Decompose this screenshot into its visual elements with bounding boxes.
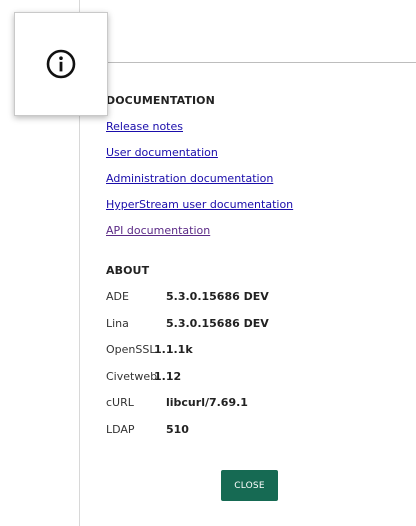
about-value: 5.3.0.15686 DEV	[166, 316, 269, 330]
about-key: cURL	[106, 396, 134, 409]
about-row-ldap: LDAP 510	[106, 423, 269, 450]
doc-link-item: User documentation	[106, 146, 293, 172]
header-divider	[100, 62, 416, 63]
about-row-ade: ADE 5.3.0.15686 DEV	[106, 290, 269, 317]
about-value: 510	[166, 422, 189, 436]
user-documentation-link[interactable]: User documentation	[106, 146, 218, 159]
hyperstream-user-documentation-link[interactable]: HyperStream user documentation	[106, 198, 293, 211]
about-dialog: DOCUMENTATION Release notes User documen…	[0, 0, 416, 526]
administration-documentation-link[interactable]: Administration documentation	[106, 172, 273, 185]
info-circle-icon	[44, 47, 78, 81]
documentation-heading: DOCUMENTATION	[106, 94, 215, 107]
about-row-lina: Lina 5.3.0.15686 DEV	[106, 317, 269, 344]
about-value: 5.3.0.15686 DEV	[166, 290, 269, 303]
about-row-openssl: OpenSSL 1.1.1k	[106, 343, 269, 370]
about-key: Civetweb	[106, 369, 158, 383]
doc-link-item: Administration documentation	[106, 172, 293, 198]
about-version-list: ADE 5.3.0.15686 DEV Lina 5.3.0.15686 DEV…	[106, 290, 269, 449]
about-key: LDAP	[106, 422, 135, 436]
info-button[interactable]	[14, 12, 108, 116]
about-key: ADE	[106, 290, 129, 303]
release-notes-link[interactable]: Release notes	[106, 120, 183, 133]
about-value: libcurl/7.69.1	[166, 396, 248, 409]
doc-link-item: HyperStream user documentation	[106, 198, 293, 224]
documentation-links: Release notes User documentation Adminis…	[106, 120, 293, 250]
close-button[interactable]: CLOSE	[221, 470, 278, 501]
about-key: Lina	[106, 316, 129, 330]
doc-link-item: Release notes	[106, 120, 293, 146]
about-key: OpenSSL	[106, 343, 156, 356]
about-row-curl: cURL libcurl/7.69.1	[106, 396, 269, 423]
about-row-civetweb: Civetweb 1.12	[106, 370, 269, 397]
about-value: 1.12	[154, 369, 182, 383]
about-value: 1.1.1k	[154, 343, 193, 356]
doc-link-item: API documentation	[106, 224, 293, 250]
about-heading: ABOUT	[106, 264, 150, 277]
api-documentation-link[interactable]: API documentation	[106, 224, 210, 237]
